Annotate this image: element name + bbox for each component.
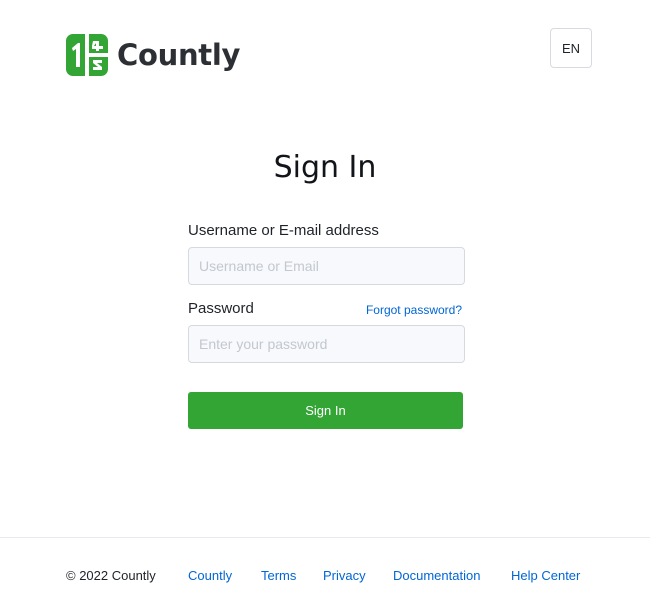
- footer-link-documentation[interactable]: Documentation: [393, 568, 480, 583]
- username-label: Username or E-mail address: [188, 222, 379, 239]
- language-selector[interactable]: EN: [550, 28, 592, 68]
- footer: © 2022 Countly Countly Terms Privacy Doc…: [0, 537, 650, 613]
- footer-link-countly[interactable]: Countly: [188, 568, 232, 583]
- sign-in-button[interactable]: Sign In: [188, 392, 463, 429]
- countly-logo-icon: [66, 34, 108, 76]
- forgot-password-link[interactable]: Forgot password?: [366, 303, 462, 317]
- username-input[interactable]: [188, 247, 465, 285]
- footer-link-help-center[interactable]: Help Center: [511, 568, 580, 583]
- password-label: Password: [188, 300, 254, 317]
- header: Countly EN: [0, 0, 650, 100]
- brand-logo[interactable]: Countly: [66, 34, 240, 76]
- footer-link-privacy[interactable]: Privacy: [323, 568, 366, 583]
- brand-name: Countly: [117, 38, 241, 72]
- page-title: Sign In: [273, 150, 377, 185]
- copyright-text: © 2022 Countly: [66, 568, 156, 583]
- footer-link-terms[interactable]: Terms: [261, 568, 296, 583]
- password-input[interactable]: [188, 325, 465, 363]
